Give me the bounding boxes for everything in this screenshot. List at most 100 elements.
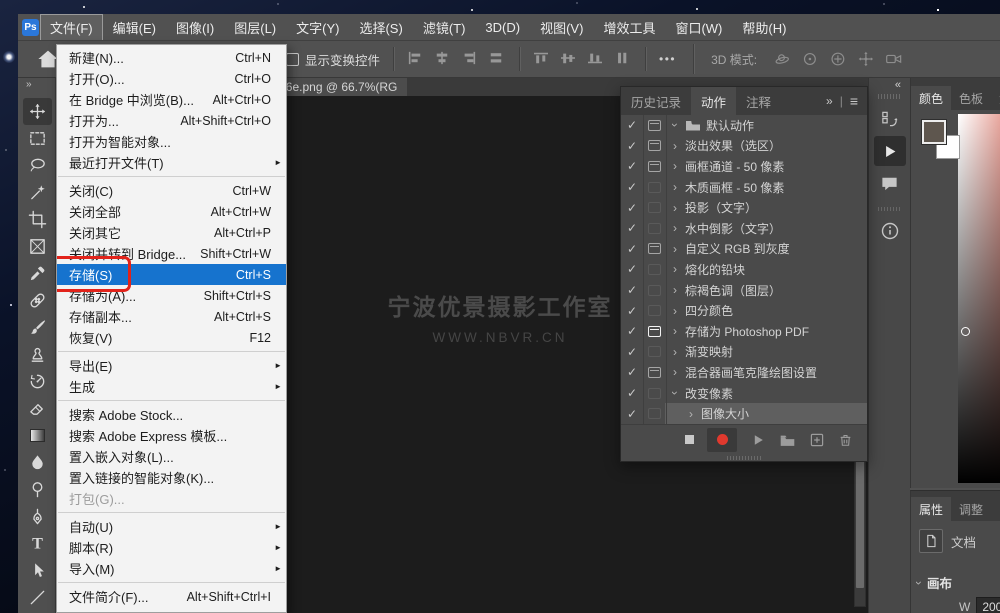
- disclosure-closed-icon[interactable]: ›: [670, 262, 680, 276]
- action-dialog-toggle[interactable]: [643, 197, 665, 218]
- action-content[interactable]: ›自定义 RGB 到灰度: [665, 239, 867, 260]
- collapse-panel-icon[interactable]: »: [826, 94, 833, 108]
- file-menu-item[interactable]: 导出(E)►: [57, 355, 286, 376]
- file-menu-item[interactable]: 导入(M)►: [57, 558, 286, 579]
- disclosure-closed-icon[interactable]: ›: [670, 304, 680, 318]
- file-menu-item[interactable]: 打开(O)...Ctrl+O: [57, 68, 286, 89]
- stop-recording-button[interactable]: [685, 435, 694, 444]
- record-button[interactable]: [707, 428, 737, 452]
- eyedropper-tool[interactable]: [23, 260, 52, 287]
- action-content[interactable]: ›投影（文字）: [665, 197, 867, 218]
- actions-panel-icon[interactable]: [874, 136, 906, 166]
- rectangular-marquee-tool[interactable]: [23, 125, 52, 152]
- roll-3d-camera-icon[interactable]: [800, 50, 818, 68]
- dodge-tool[interactable]: [23, 476, 52, 503]
- action-dialog-toggle[interactable]: [643, 259, 665, 280]
- disclosure-closed-icon[interactable]: ›: [670, 365, 680, 379]
- action-enabled-checkbox[interactable]: [621, 342, 643, 363]
- file-menu-item[interactable]: 存储副本...Alt+Ctrl+S: [57, 306, 286, 327]
- file-menu-item[interactable]: 置入嵌入对象(L)...: [57, 446, 286, 467]
- type-tool[interactable]: T: [23, 530, 52, 557]
- menubar-item-I[interactable]: 图像(I): [166, 14, 224, 41]
- action-enabled-checkbox[interactable]: [621, 300, 643, 321]
- align-bottom-edges-icon[interactable]: [587, 51, 605, 67]
- disclosure-closed-icon[interactable]: ›: [670, 139, 680, 153]
- new-set-button[interactable]: [779, 432, 796, 447]
- pen-tool[interactable]: [23, 503, 52, 530]
- action-content[interactable]: ›默认动作: [665, 115, 867, 136]
- history-panel-icon[interactable]: [874, 104, 906, 134]
- file-menu-item[interactable]: 新建(N)...Ctrl+N: [57, 47, 286, 68]
- play-button[interactable]: [750, 432, 766, 448]
- gradient-tool[interactable]: [23, 422, 52, 449]
- action-dialog-toggle[interactable]: [643, 115, 665, 136]
- menubar-item-[interactable]: 增效工具: [593, 14, 665, 41]
- action-enabled-checkbox[interactable]: [621, 383, 643, 404]
- action-row[interactable]: ›木质画框 - 50 像素: [621, 177, 867, 198]
- file-menu-item[interactable]: 生成►: [57, 376, 286, 397]
- disclosure-closed-icon[interactable]: ›: [670, 159, 680, 173]
- disclosure-closed-icon[interactable]: ›: [686, 407, 696, 421]
- file-menu-item[interactable]: 最近打开文件(T)►: [57, 152, 286, 173]
- action-content[interactable]: ›图像大小: [665, 403, 867, 424]
- file-menu-item[interactable]: 存储为(A)...Shift+Ctrl+S: [57, 285, 286, 306]
- menubar-item-S[interactable]: 选择(S): [349, 14, 412, 41]
- file-menu-item[interactable]: 打开为...Alt+Shift+Ctrl+O: [57, 110, 286, 131]
- tab-history[interactable]: 历史记录: [621, 87, 691, 115]
- action-dialog-toggle[interactable]: [643, 136, 665, 157]
- collapse-panels-icon[interactable]: «: [895, 78, 910, 93]
- action-content[interactable]: ›淡出效果（选区）: [665, 136, 867, 157]
- disclosure-open-icon[interactable]: ›: [668, 120, 682, 130]
- width-input[interactable]: [976, 597, 1000, 613]
- action-row[interactable]: ›改变像素: [621, 383, 867, 404]
- tab-gradients[interactable]: 渐: [991, 86, 1000, 110]
- action-row[interactable]: ›投影（文字）: [621, 197, 867, 218]
- menubar-item-T[interactable]: 滤镜(T): [413, 14, 476, 41]
- action-row[interactable]: ›渐变映射: [621, 342, 867, 363]
- crop-tool[interactable]: [23, 206, 52, 233]
- file-menu-item[interactable]: 存储(S)Ctrl+S: [57, 264, 286, 285]
- action-enabled-checkbox[interactable]: [621, 362, 643, 383]
- menubar-item-L[interactable]: 图层(L): [224, 14, 286, 41]
- collapse-toolbar-icon[interactable]: »: [20, 78, 32, 91]
- menubar-item-Y[interactable]: 文字(Y): [286, 14, 349, 41]
- menubar-item-W[interactable]: 窗口(W): [665, 14, 732, 41]
- action-row[interactable]: ›熔化的铅块: [621, 259, 867, 280]
- line-tool[interactable]: [23, 584, 52, 611]
- file-menu-item[interactable]: 置入链接的智能对象(K)...: [57, 467, 286, 488]
- menubar-item-DD[interactable]: 3D(D): [475, 16, 530, 39]
- history-brush-tool[interactable]: [23, 368, 52, 395]
- clone-stamp-tool[interactable]: [23, 341, 52, 368]
- action-row[interactable]: ›默认动作: [621, 115, 867, 136]
- file-menu-item[interactable]: 文件简介(F)...Alt+Shift+Ctrl+I: [57, 586, 286, 607]
- action-row[interactable]: ›自定义 RGB 到灰度: [621, 239, 867, 260]
- action-row[interactable]: ›棕褐色调（图层）: [621, 280, 867, 301]
- more-align-options-button[interactable]: •••: [659, 52, 676, 66]
- action-content[interactable]: ›木质画框 - 50 像素: [665, 177, 867, 198]
- action-row[interactable]: ›存储为 Photoshop PDF: [621, 321, 867, 342]
- file-menu-item[interactable]: 恢复(V)F12: [57, 327, 286, 348]
- action-content[interactable]: ›四分颜色: [665, 300, 867, 321]
- canvas-section-header[interactable]: › 画布: [917, 573, 952, 592]
- tab-actions[interactable]: 动作: [691, 87, 736, 115]
- file-menu-item[interactable]: 脚本(R)►: [57, 537, 286, 558]
- menubar-item-V[interactable]: 视图(V): [530, 14, 593, 41]
- action-row[interactable]: ›水中倒影（文字）: [621, 218, 867, 239]
- action-content[interactable]: ›存储为 Photoshop PDF: [665, 321, 867, 342]
- action-row[interactable]: ›图像大小: [621, 403, 867, 424]
- action-enabled-checkbox[interactable]: [621, 177, 643, 198]
- action-content[interactable]: ›改变像素: [665, 383, 867, 404]
- action-dialog-toggle[interactable]: [643, 218, 665, 239]
- action-content[interactable]: ›棕褐色调（图层）: [665, 280, 867, 301]
- tab-color[interactable]: 颜色: [911, 86, 951, 110]
- action-content[interactable]: ›混合器画笔克隆绘图设置: [665, 362, 867, 383]
- tab-properties[interactable]: 属性: [911, 497, 951, 521]
- foreground-color-swatch[interactable]: [922, 120, 946, 144]
- disclosure-closed-icon[interactable]: ›: [670, 201, 680, 215]
- file-menu-item[interactable]: 搜索 Adobe Express 模板...: [57, 425, 286, 446]
- action-enabled-checkbox[interactable]: [621, 115, 643, 136]
- action-dialog-toggle[interactable]: [643, 342, 665, 363]
- color-picker-cursor[interactable]: [961, 327, 970, 336]
- action-dialog-toggle[interactable]: [643, 383, 665, 404]
- action-content[interactable]: ›熔化的铅块: [665, 259, 867, 280]
